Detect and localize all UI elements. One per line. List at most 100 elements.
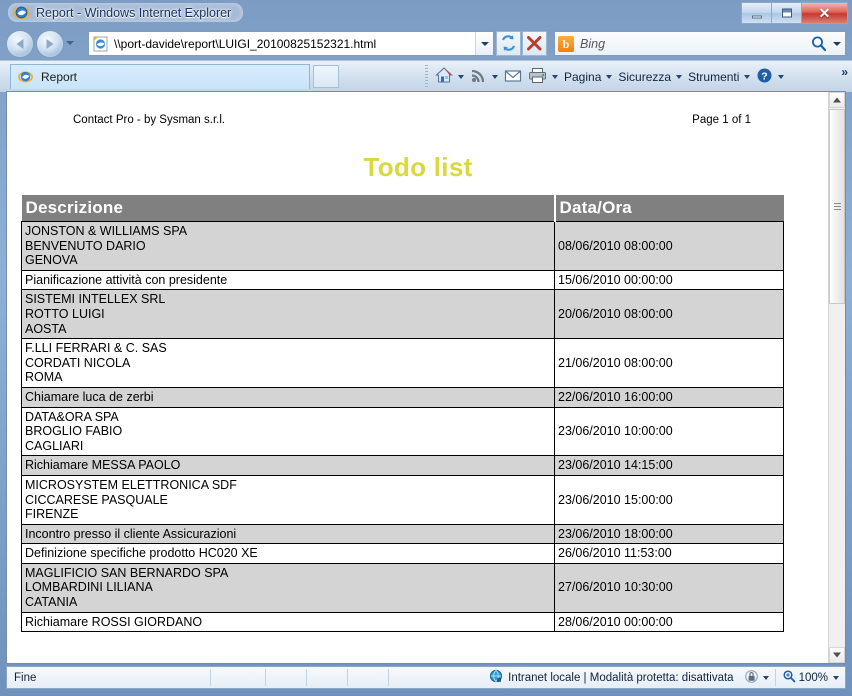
search-provider-chevron-down-icon[interactable] — [829, 34, 845, 54]
svg-text:?: ? — [762, 70, 768, 82]
lock-icon — [744, 669, 759, 687]
search-input[interactable]: b Bing — [554, 31, 846, 56]
table-body: JONSTON & WILLIAMS SPA BENVENUTO DARIO G… — [21, 221, 784, 633]
scrollbar-thumb[interactable] — [829, 109, 845, 304]
menu-sicurezza-label: Sicurezza — [618, 69, 672, 84]
cell-descrizione: Pianificazione attività con presidente — [21, 269, 555, 291]
rss-icon — [470, 67, 487, 87]
mail-icon — [504, 68, 522, 86]
zoom-control[interactable]: 100% — [774, 669, 845, 686]
report-page: Contact Pro - by Sysman s.r.l. Page 1 of… — [7, 92, 829, 663]
table-row: JONSTON & WILLIAMS SPA BENVENUTO DARIO G… — [21, 221, 784, 271]
internet-explorer-icon — [13, 4, 30, 21]
page-icon — [93, 36, 109, 52]
search-placeholder: Bing — [580, 36, 606, 51]
table-row: F.LLI FERRARI & C. SAS CORDATI NICOLA RO… — [21, 338, 784, 388]
zoom-chevron-down-icon[interactable] — [833, 675, 839, 680]
recent-pages-chevron-down-icon[interactable] — [66, 41, 74, 45]
status-text: Fine — [14, 671, 37, 684]
cell-descrizione: Richiamare MESSA PAOLO — [21, 455, 555, 476]
back-button[interactable] — [6, 30, 34, 58]
menu-strumenti[interactable]: Strumenti — [685, 61, 753, 92]
window-controls: ✕ — [741, 2, 848, 24]
cell-data-ora: 08/06/2010 08:00:00 — [554, 221, 784, 271]
minimize-button[interactable] — [741, 2, 771, 24]
print-chevron-down-icon[interactable] — [552, 74, 558, 79]
cell-data-ora: 23/06/2010 15:00:00 — [554, 474, 784, 525]
feeds-button[interactable] — [467, 61, 501, 92]
help-chevron-down-icon[interactable] — [778, 74, 785, 79]
menu-pagina[interactable]: Pagina — [561, 61, 615, 92]
forward-button[interactable] — [36, 30, 64, 58]
table-row: Definizione specifiche prodotto HC020 XE… — [21, 543, 784, 564]
status-separator — [210, 669, 211, 686]
cell-data-ora: 23/06/2010 14:15:00 — [554, 455, 784, 476]
tab-bar: Report Pagina Sicurezza Strumenti ? » — [0, 60, 852, 92]
search-icon[interactable] — [809, 34, 829, 54]
feeds-chevron-down-icon[interactable] — [492, 74, 498, 79]
address-dropdown-chevron-down-icon[interactable] — [475, 32, 493, 55]
scroll-down-button[interactable] — [829, 647, 845, 663]
home-button[interactable] — [432, 61, 467, 92]
help-button[interactable]: ? — [753, 61, 787, 92]
table-row: MAGLIFICIO SAN BERNARDO SPA LOMBARDINI L… — [21, 562, 784, 613]
window-title-group: Report - Windows Internet Explorer — [8, 3, 244, 22]
cell-data-ora: 23/06/2010 10:00:00 — [554, 406, 784, 457]
home-icon — [435, 66, 453, 87]
toolbar-grip[interactable] — [425, 65, 428, 87]
maximize-button[interactable] — [771, 2, 801, 24]
tab-report[interactable]: Report — [10, 64, 310, 89]
close-button[interactable]: ✕ — [801, 2, 848, 24]
privacy-chevron-down-icon[interactable] — [762, 675, 769, 680]
refresh-button[interactable] — [496, 31, 521, 56]
privacy-button[interactable] — [738, 669, 775, 687]
vertical-scrollbar[interactable] — [828, 92, 845, 663]
scroll-up-button[interactable] — [829, 92, 845, 108]
ie-window: Report - Windows Internet Explorer ✕ \\p… — [0, 0, 852, 696]
column-header-data-ora: Data/Ora — [553, 195, 784, 222]
cell-descrizione: JONSTON & WILLIAMS SPA BENVENUTO DARIO G… — [21, 221, 555, 271]
print-button[interactable] — [525, 61, 561, 92]
report-header-right: Page 1 of 1 — [692, 114, 751, 126]
cell-descrizione: MICROSYSTEM ELETTRONICA SDF CICCARESE PA… — [21, 474, 555, 525]
zoom-icon — [782, 669, 796, 686]
pagina-chevron-down-icon[interactable] — [606, 74, 613, 79]
cell-data-ora: 22/06/2010 16:00:00 — [554, 386, 784, 408]
status-separator — [347, 669, 348, 686]
home-chevron-down-icon[interactable] — [458, 74, 464, 79]
cell-data-ora: 26/06/2010 11:53:00 — [554, 543, 784, 564]
window-title: Report - Windows Internet Explorer — [36, 5, 232, 20]
table-row: MICROSYSTEM ELETTRONICA SDF CICCARESE PA… — [21, 474, 784, 525]
table-row: Pianificazione attività con presidente 15… — [21, 269, 784, 291]
cell-descrizione: Definizione specifiche prodotto HC020 XE — [21, 543, 555, 564]
address-bar-row: \\port-davide\report\LUIGI_2010082515232… — [0, 28, 852, 60]
cell-descrizione: DATA&ORA SPA BROGLIO FABIO CAGLIARI — [21, 406, 555, 457]
menu-pagina-label: Pagina — [564, 69, 602, 84]
status-separator — [388, 669, 389, 686]
column-header-descrizione: Descrizione — [21, 195, 555, 222]
stop-button[interactable] — [522, 31, 547, 56]
title-bar: Report - Windows Internet Explorer ✕ — [0, 0, 852, 28]
cell-descrizione: Richiamare ROSSI GIORDANO — [21, 611, 555, 633]
menu-sicurezza[interactable]: Sicurezza — [615, 61, 685, 92]
strumenti-chevron-down-icon[interactable] — [744, 74, 751, 79]
security-zone[interactable]: Intranet locale | Modalità protetta: dis… — [489, 669, 737, 687]
cell-data-ora: 20/06/2010 08:00:00 — [554, 289, 784, 340]
table-header-row: Descrizione Data/Ora — [21, 195, 784, 222]
cell-data-ora: 15/06/2010 00:00:00 — [554, 269, 784, 291]
mail-button[interactable] — [501, 61, 525, 92]
cell-descrizione: Chiamare luca de zerbi — [21, 386, 555, 408]
help-icon: ? — [756, 67, 773, 87]
table-row: Chiamare luca de zerbi 22/06/2010 16:00:0… — [21, 386, 784, 408]
sicurezza-chevron-down-icon[interactable] — [676, 74, 683, 79]
new-tab-button[interactable] — [313, 65, 339, 88]
zoom-level: 100% — [798, 671, 828, 684]
report-header-left: Contact Pro - by Sysman s.r.l. — [73, 114, 226, 126]
cell-descrizione: F.LLI FERRARI & C. SAS CORDATI NICOLA RO… — [21, 338, 555, 388]
command-bar: Pagina Sicurezza Strumenti ? — [432, 61, 787, 92]
tab-favicon-icon — [18, 69, 35, 86]
address-input[interactable]: \\port-davide\report\LUIGI_2010082515232… — [88, 31, 494, 56]
report-header: Contact Pro - by Sysman s.r.l. Page 1 of… — [73, 114, 751, 132]
toolbar-overflow-button[interactable]: » — [841, 65, 848, 79]
cell-data-ora: 27/06/2010 10:30:00 — [554, 562, 784, 613]
